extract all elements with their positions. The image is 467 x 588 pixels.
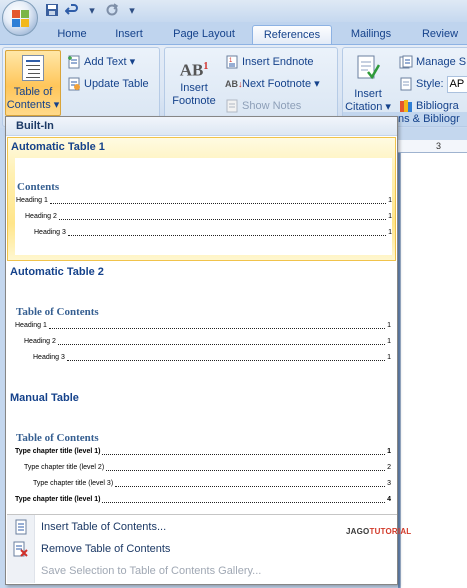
style-icon (399, 77, 413, 91)
insert-toc-label: Insert Table of Contents... (41, 521, 167, 533)
quick-access-toolbar: ▾ ▾ (44, 1, 140, 19)
tab-home[interactable]: Home (48, 25, 96, 44)
watermark-logo: JAGOTUTORIAL (346, 527, 412, 536)
horizontal-ruler: 3 (398, 140, 467, 153)
automatic-table-2-item[interactable]: Automatic Table 2 Table of Contents Head… (7, 263, 396, 385)
manage-sources-button[interactable]: Manage S (399, 52, 466, 72)
built-in-section-header: Built-In (6, 117, 397, 136)
tab-references[interactable]: References (252, 25, 332, 44)
endnote-icon: 1 (225, 55, 239, 69)
toc-preview-line: Type chapter title (level 1) 4 (15, 496, 391, 503)
footnote-icon: AB1 (179, 60, 209, 80)
insert-toc-menu-item[interactable]: Insert Table of Contents... (7, 516, 396, 538)
office-button[interactable] (2, 0, 38, 36)
automatic-table-1-item[interactable]: Automatic Table 1 Contents Heading 11 He… (7, 137, 396, 261)
remove-toc-label: Remove Table of Contents (41, 543, 171, 555)
toc-preview-line: Type chapter title (level 3) 3 (33, 480, 391, 487)
ruler-mark: 3 (436, 141, 442, 151)
show-notes-label: Show Notes (242, 100, 302, 112)
update-table-icon (67, 77, 81, 91)
remove-toc-menu-item[interactable]: Remove Table of Contents (7, 538, 396, 560)
tab-page-layout[interactable]: Page Layout (164, 25, 244, 44)
citations-group: Insert Citation ▾ Manage S Style: AP Bib… (342, 47, 467, 127)
toc-gallery-dropdown: Built-In Automatic Table 1 Contents Head… (5, 116, 411, 585)
remove-document-icon (7, 541, 35, 557)
style-value-field[interactable]: AP (446, 75, 467, 93)
toc-preview-heading: Table of Contents (16, 306, 99, 318)
insert-footnote-label-1: Insert (180, 81, 208, 94)
office-logo-icon (12, 10, 30, 28)
toc-preview-line: Type chapter title (level 2) 2 (24, 464, 391, 471)
toc-preview-heading: Contents (17, 181, 60, 193)
toc-preview-line: Type chapter title (level 1) 1 (15, 448, 391, 455)
toc-preview: Table of Contents Type chapter title (le… (14, 409, 391, 507)
document-page[interactable] (400, 153, 467, 588)
toc-preview-line: Heading 31 (33, 354, 391, 361)
undo-dropdown[interactable]: ▾ (84, 2, 100, 18)
toc-preview-line: Heading 21 (24, 338, 391, 345)
manual-table-item[interactable]: Manual Table Table of Contents Type chap… (7, 389, 396, 511)
insert-citation-icon (356, 54, 381, 82)
show-notes-button[interactable]: Show Notes (225, 96, 301, 116)
toc-preview-line: Heading 31 (34, 229, 392, 236)
insert-footnote-label-2: Footnote (172, 94, 216, 107)
table-of-contents-button[interactable]: Table of Contents ▾ (5, 50, 61, 116)
save-icon[interactable] (44, 2, 60, 18)
update-table-button[interactable]: Update Table (67, 74, 149, 94)
customize-qat-button[interactable]: ▾ (124, 2, 140, 18)
toc-preview: Table of Contents Heading 11 Heading 21 … (14, 283, 391, 381)
manage-sources-label: Manage S (416, 56, 467, 68)
style-label: Style: (416, 78, 444, 90)
insert-footnote-button[interactable]: AB1 Insert Footnote (167, 50, 221, 116)
toc-button-label-1: Table of (13, 86, 53, 98)
tab-insert[interactable]: Insert (104, 25, 154, 44)
insert-citation-label-1: Insert (354, 88, 382, 100)
show-notes-icon (225, 99, 239, 113)
toc-preview-line: Heading 11 (16, 197, 392, 204)
undo-icon[interactable] (64, 2, 80, 18)
next-footnote-label: Next Footnote ▾ (242, 78, 320, 90)
gallery-item-title: Automatic Table 1 (11, 141, 105, 153)
gallery-item-title: Automatic Table 2 (10, 266, 104, 278)
toc-group: Table of Contents ▾ Add Text ▾ Update Ta… (2, 47, 160, 127)
toc-preview-line: Heading 11 (15, 322, 391, 329)
toc-button-label-2: Contents ▾ (6, 99, 60, 111)
insert-citation-button[interactable]: Insert Citation ▾ (345, 50, 391, 116)
gallery-item-title: Manual Table (10, 392, 79, 404)
toc-preview-heading: Table of Contents (16, 432, 99, 444)
menu-separator (7, 514, 397, 515)
style-selector[interactable]: Style: AP (399, 74, 467, 94)
save-selection-label: Save Selection to Table of Contents Gall… (41, 565, 262, 577)
insert-endnote-label: Insert Endnote (242, 56, 314, 68)
save-selection-menu-item[interactable]: Save Selection to Table of Contents Gall… (7, 560, 396, 582)
update-table-label: Update Table (84, 78, 149, 90)
redo-icon[interactable] (104, 2, 120, 18)
toc-preview-line: Heading 21 (25, 213, 392, 220)
tab-mailings[interactable]: Mailings (340, 25, 402, 44)
ribbon-tab-bar: Home Insert Page Layout References Maili… (0, 22, 467, 44)
toc-preview: Contents Heading 11 Heading 21 Heading 3… (15, 158, 392, 255)
add-text-icon (67, 55, 81, 69)
insert-endnote-button[interactable]: 1 Insert Endnote (225, 52, 314, 72)
tab-review[interactable]: Review (414, 25, 466, 44)
manage-sources-icon (399, 55, 413, 69)
add-text-button[interactable]: Add Text ▾ (67, 52, 135, 72)
next-footnote-icon: AB↓ (225, 79, 243, 89)
next-footnote-button[interactable]: AB↓ Next Footnote ▾ (225, 74, 320, 94)
add-text-label: Add Text ▾ (84, 56, 136, 68)
document-icon (7, 519, 35, 535)
footnotes-group: AB1 Insert Footnote 1 Insert Endnote AB↓… (164, 47, 338, 127)
bibliography-icon (399, 99, 413, 113)
toc-icon (22, 55, 44, 81)
